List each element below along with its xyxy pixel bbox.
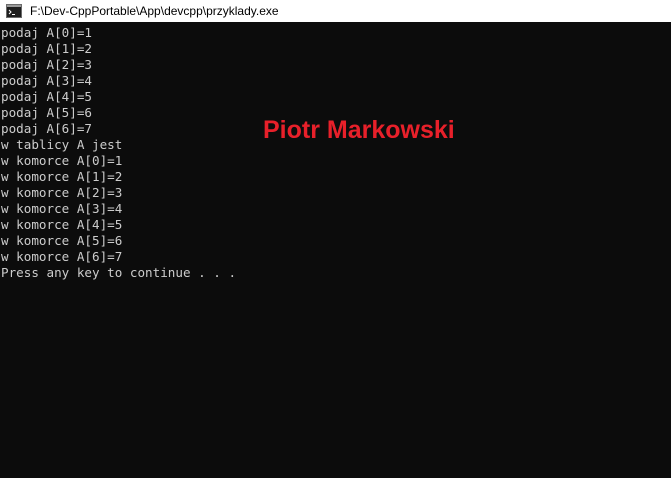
console-line: w komorce A[3]=4 bbox=[1, 201, 123, 216]
console-line: w komorce A[6]=7 bbox=[1, 249, 123, 264]
title-bar[interactable]: F:\Dev-CppPortable\App\devcpp\przyklady.… bbox=[0, 0, 671, 22]
console-output[interactable]: podaj A[0]=1 podaj A[1]=2 podaj A[2]=3 p… bbox=[0, 25, 671, 478]
window-title: F:\Dev-CppPortable\App\devcpp\przyklady.… bbox=[30, 4, 279, 18]
author-watermark: Piotr Markowski bbox=[263, 116, 455, 144]
console-line: podaj A[0]=1 bbox=[1, 25, 92, 40]
console-window: F:\Dev-CppPortable\App\devcpp\przyklady.… bbox=[0, 0, 671, 478]
console-line: w komorce A[5]=6 bbox=[1, 233, 123, 248]
console-line: podaj A[2]=3 bbox=[1, 57, 92, 72]
console-line: podaj A[4]=5 bbox=[1, 89, 92, 104]
console-line: w komorce A[1]=2 bbox=[1, 169, 123, 184]
console-app-icon bbox=[6, 4, 22, 18]
console-line: Press any key to continue . . . bbox=[1, 265, 237, 280]
console-line: podaj A[3]=4 bbox=[1, 73, 92, 88]
console-line: w komorce A[0]=1 bbox=[1, 153, 123, 168]
console-line: podaj A[1]=2 bbox=[1, 41, 92, 56]
console-line: w komorce A[4]=5 bbox=[1, 217, 123, 232]
console-line: w komorce A[2]=3 bbox=[1, 185, 123, 200]
